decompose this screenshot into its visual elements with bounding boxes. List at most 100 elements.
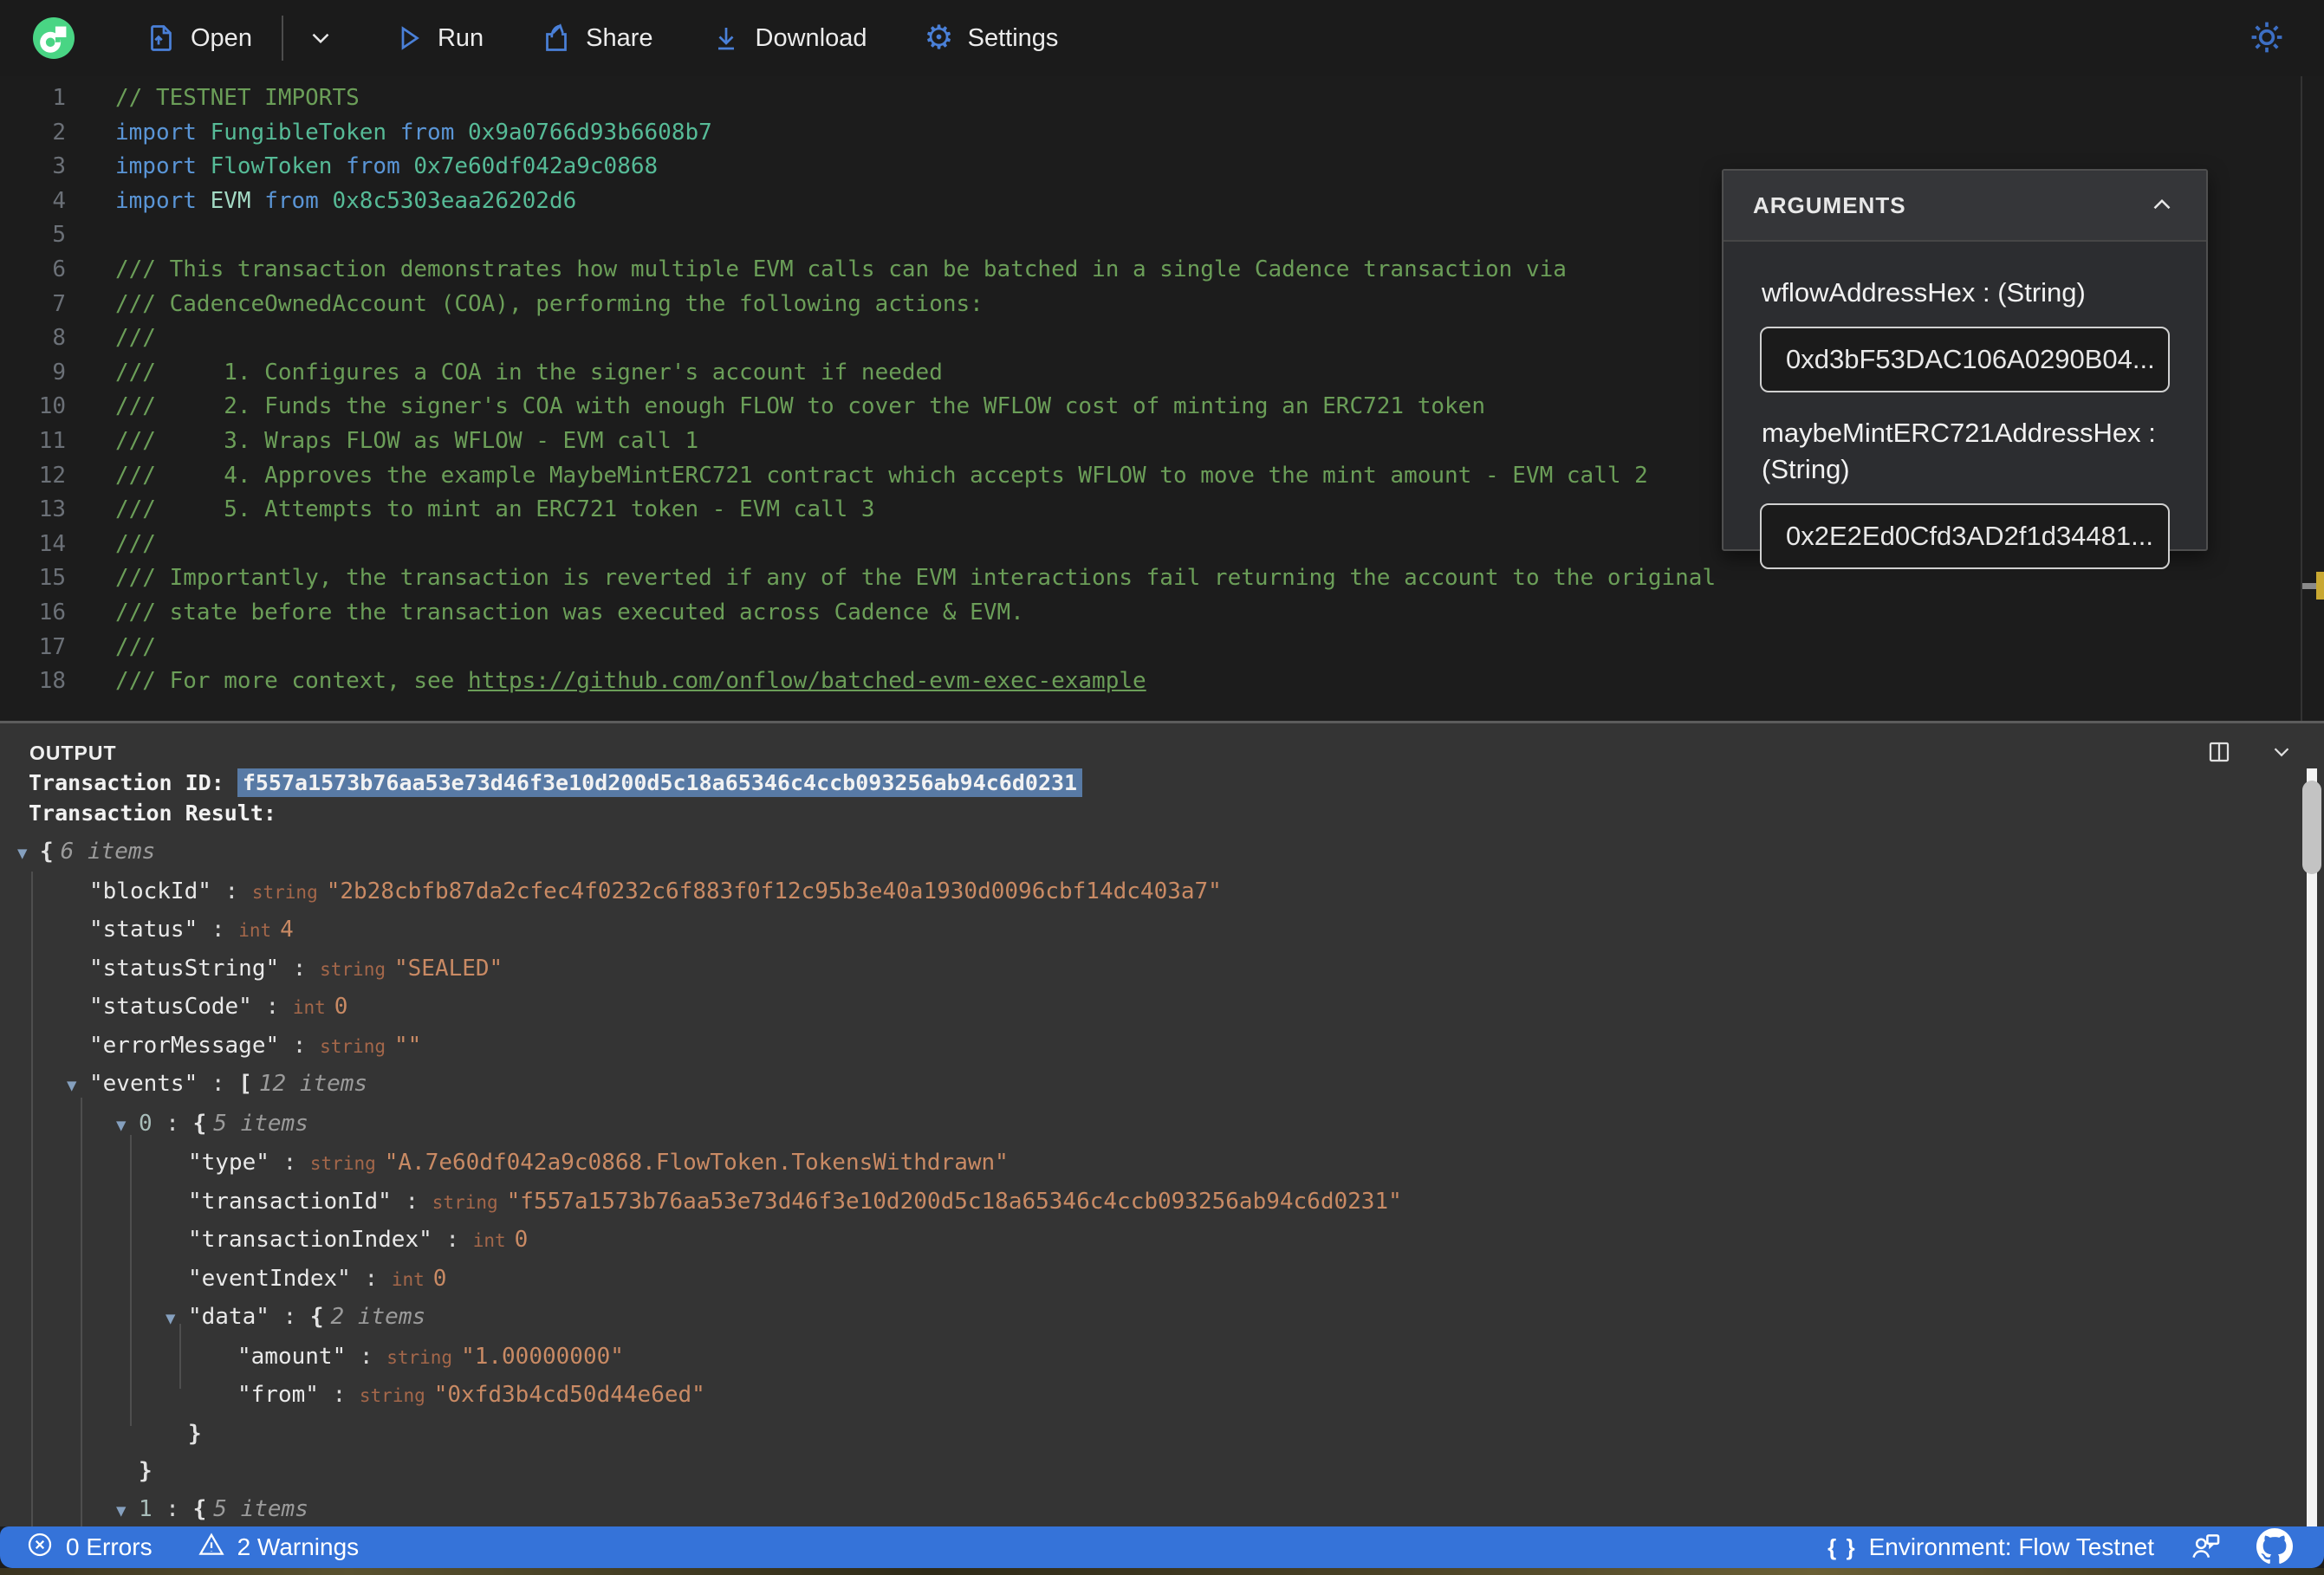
code-token: from [346,153,414,180]
code-token: /// [115,325,156,352]
json-row: "blockId" : string "2b28cbfb87da2cfec4f02… [0,873,2324,912]
json-key: "status" [89,917,198,943]
collapse-toggle-icon[interactable]: ▼ [17,835,40,873]
curly-braces-icon: { } [1827,1533,1857,1560]
run-button[interactable]: Run [384,23,492,54]
environment-status[interactable]: { } Environment: Flow Testnet [1827,1533,2154,1561]
json-typ: string [386,1346,453,1368]
chevron-up-icon [2147,198,2177,222]
json-result-tree: ▼{6 items "blockId" : string "2b28cbfb87da… [0,833,2324,1526]
line-number: 6 [52,256,66,282]
json-punc: : [269,1304,310,1330]
theme-toggle-button[interactable] [2248,18,2286,59]
toolbar-divider [281,16,283,61]
collapse-toggle-icon[interactable]: ▼ [116,1493,139,1527]
code-link[interactable]: https://github.com/onflow/batched-evm-ex… [468,668,1146,694]
json-val: 0 [432,1265,447,1292]
line-number: 13 [38,496,66,523]
json-items: 2 items [330,1304,426,1330]
code-token: // TESTNET IMPORTS [115,85,360,111]
indent-guide [31,871,33,1526]
errors-status[interactable]: 0 Errors [26,1531,153,1565]
json-punc: : [391,1188,432,1215]
json-punc: : [152,1110,193,1137]
argument-input[interactable]: 0xd3bF53DAC106A0290B04... [1760,327,2170,392]
editor-scrollbar-thumb[interactable] [2302,583,2316,589]
open-button[interactable]: Open [137,23,261,54]
json-key: "blockId" [89,878,211,904]
json-row: "status" : int 4 [0,911,2324,950]
json-punc: : [346,1343,387,1370]
json-punc: : [251,994,293,1020]
json-val: "1.00000000" [461,1343,624,1370]
arguments-collapse-button[interactable] [2147,190,2177,222]
argument-input[interactable]: 0x2E2Ed0Cfd3AD2f1d34481... [1760,503,2170,569]
json-key: "errorMessage" [89,1032,280,1059]
collapse-toggle-icon[interactable]: ▼ [116,1107,139,1145]
output-scrollbar-thumb[interactable] [2302,781,2321,874]
code-token: /// This transaction demonstrates how mu… [115,256,1567,282]
person-feedback-icon [2189,1530,2222,1565]
json-key: "amount" [237,1343,347,1370]
code-token: /// 2. Funds the signer's COA with enoug… [115,393,1485,420]
chevron-down-icon [306,23,335,53]
transaction-result-label: Transaction Result: [29,800,276,826]
github-octocat-icon [2256,1527,2293,1567]
json-items: 5 items [213,1495,308,1522]
code-editor[interactable]: 1 // TESTNET IMPORTS 2 import FungibleToken… [0,76,2324,721]
toolbar: Open Run Share Download ⚙ Settings [0,0,2324,76]
editor-scrollbar-track[interactable] [2301,76,2302,721]
json-brace: { [40,839,54,865]
output-scrollbar-track[interactable] [2307,768,2317,1526]
json-row: } [0,1453,2324,1491]
json-typ: string [432,1191,498,1213]
collapse-toggle-icon[interactable]: ▼ [67,1067,89,1105]
settings-button[interactable]: ⚙ Settings [916,20,1068,56]
github-button[interactable] [2256,1527,2293,1567]
json-punc: : [198,1071,239,1097]
json-val: "2b28cbfb87da2cfec4f0232c6f883f0f12c95b3… [326,878,1222,904]
arguments-header[interactable]: ARGUMENTS [1724,171,2206,242]
output-collapse-button[interactable] [2269,739,2295,768]
line-number: 15 [38,565,66,592]
output-header: OUTPUT [0,723,2324,768]
json-val: "f557a1573b76aa53e73d46f3e10d200d5c18a65… [506,1188,1402,1215]
json-typ: string [320,1035,386,1057]
json-items: 6 items [60,839,156,865]
open-dropdown-button[interactable] [297,23,344,53]
json-key: "transactionIndex" [188,1227,432,1253]
line-number: 11 [38,427,66,454]
indent-guide [130,1135,132,1426]
warnings-status[interactable]: 2 Warnings [198,1531,359,1565]
line-number: 16 [38,599,66,625]
feedback-button[interactable] [2189,1530,2222,1565]
code-token: import [115,153,211,180]
line-number: 10 [38,393,66,420]
transaction-id-label: Transaction ID: [29,770,237,795]
json-key: "statusCode" [89,994,252,1020]
line-number: 7 [52,290,66,317]
transaction-id-value[interactable]: f557a1573b76aa53e73d46f3e10d200d5c18a653… [237,768,1083,797]
code-token: /// CadenceOwnedAccount (COA), performin… [115,290,983,317]
line-number: 17 [38,633,66,660]
arguments-fields: wflowAddressHex : (String) 0xd3bF53DAC106… [1724,242,2206,569]
transaction-id-line: Transaction ID: f557a1573b76aa53e73d46f3… [0,768,2324,798]
share-button[interactable]: Share [532,23,661,54]
download-button[interactable]: Download [702,23,876,54]
json-row: ▼ "data" : {2 items [0,1299,2324,1338]
json-brace: } [139,1458,153,1484]
run-play-icon [393,23,424,54]
json-idx: 1 [139,1495,153,1522]
indent-guide [179,1323,181,1389]
json-punc: : [211,878,252,904]
code-token: /// state before the transaction was exe… [115,599,1024,625]
output-split-button[interactable] [2206,739,2232,768]
gear-icon: ⚙ [924,20,954,56]
line-number: 2 [52,119,66,146]
code-token: /// For more context, see [115,668,468,695]
json-row: ▼ 1 : {5 items [0,1491,2324,1527]
line-number: 8 [52,325,66,352]
json-val: 0 [514,1227,529,1253]
arguments-panel: ARGUMENTS wflowAddressHex : (String) 0xd3… [1722,169,2208,569]
collapse-toggle-icon[interactable]: ▼ [166,1300,188,1338]
